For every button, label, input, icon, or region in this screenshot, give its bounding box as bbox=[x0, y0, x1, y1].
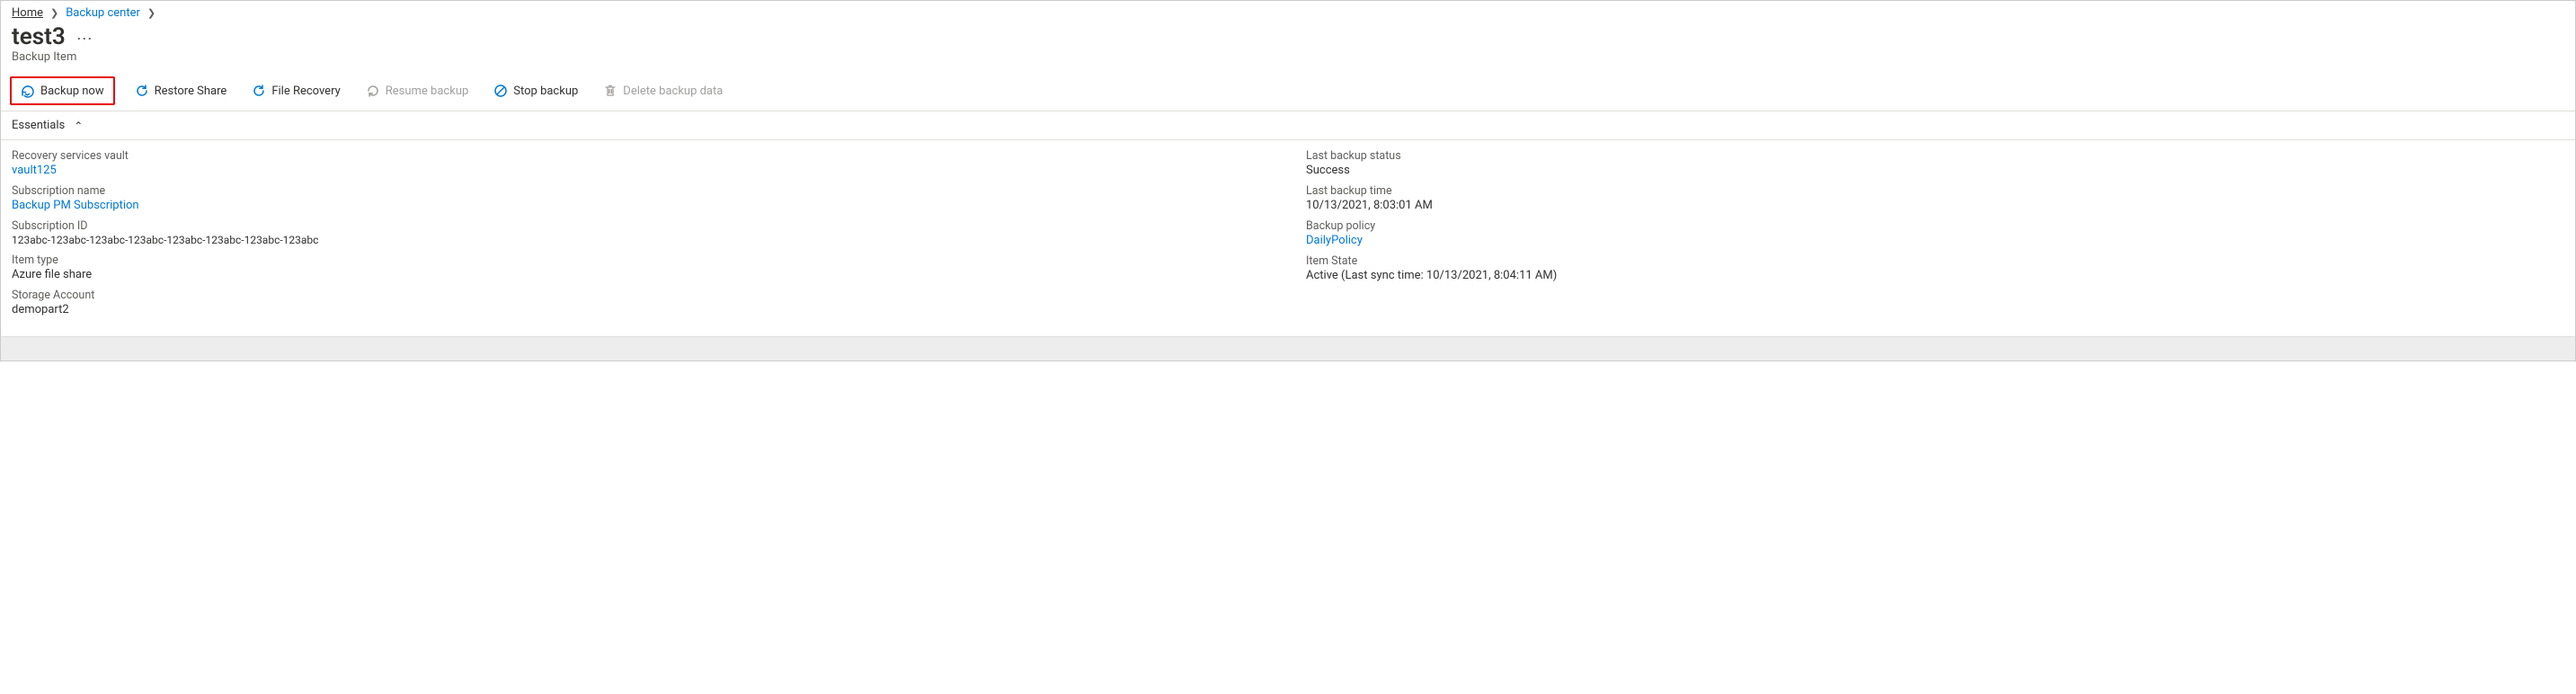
command-bar: Backup now Restore Share File Recovery R… bbox=[1, 73, 2575, 111]
item-type-label: Item type bbox=[12, 254, 1270, 267]
item-state-label: Item State bbox=[1306, 254, 2564, 268]
backup-policy-label: Backup policy bbox=[1306, 219, 2564, 233]
more-actions-button[interactable]: ⋯ bbox=[76, 24, 93, 49]
page-subtitle: Backup Item bbox=[1, 50, 2575, 73]
subscription-name-label: Subscription name bbox=[12, 184, 1270, 198]
item-state-value: Active (Last sync time: 10/13/2021, 8:04… bbox=[1306, 269, 2564, 282]
page-title: test3 bbox=[12, 23, 66, 50]
last-backup-time-label: Last backup time bbox=[1306, 184, 2564, 198]
recovery-vault-label: Recovery services vault bbox=[12, 149, 1270, 163]
stop-backup-icon bbox=[493, 84, 508, 98]
restore-share-button[interactable]: Restore Share bbox=[129, 80, 233, 102]
essentials-label: Essentials bbox=[12, 119, 65, 132]
backup-policy-value[interactable]: DailyPolicy bbox=[1306, 234, 2564, 247]
last-backup-time-value: 10/13/2021, 8:03:01 AM bbox=[1306, 199, 2564, 212]
backup-now-button[interactable]: Backup now bbox=[15, 80, 110, 102]
stop-backup-label: Stop backup bbox=[513, 85, 578, 98]
stop-backup-button[interactable]: Stop backup bbox=[488, 80, 583, 102]
chevron-right-icon: ❯ bbox=[50, 7, 58, 19]
backup-now-label: Backup now bbox=[40, 85, 104, 98]
delete-icon bbox=[603, 84, 617, 98]
subscription-name-value[interactable]: Backup PM Subscription bbox=[12, 199, 1270, 212]
last-backup-status-value: Success bbox=[1306, 164, 2564, 177]
bottom-bar bbox=[1, 336, 2575, 360]
file-recovery-icon bbox=[252, 84, 266, 98]
file-recovery-button[interactable]: File Recovery bbox=[246, 80, 345, 102]
last-backup-status-label: Last backup status bbox=[1306, 149, 2564, 163]
delete-backup-data-button: Delete backup data bbox=[598, 80, 728, 102]
essentials-toggle[interactable]: Essentials ⌃ bbox=[1, 111, 2575, 140]
breadcrumb: Home ❯ Backup center ❯ bbox=[1, 1, 2575, 22]
backup-now-icon bbox=[21, 84, 35, 98]
essentials-panel: Recovery services vault vault125 Subscri… bbox=[1, 140, 2575, 336]
subscription-id-value: 123abc-123abc-123abc-123abc-123abc-123ab… bbox=[12, 234, 1270, 246]
storage-account-label: Storage Account bbox=[12, 289, 1270, 302]
file-recovery-label: File Recovery bbox=[271, 85, 340, 98]
chevron-right-icon: ❯ bbox=[147, 7, 155, 19]
chevron-up-icon: ⌃ bbox=[74, 120, 83, 132]
resume-backup-icon bbox=[366, 84, 380, 98]
restore-share-icon bbox=[135, 84, 149, 98]
delete-backup-data-label: Delete backup data bbox=[623, 85, 723, 98]
resume-backup-label: Resume backup bbox=[386, 85, 469, 98]
restore-share-label: Restore Share bbox=[155, 85, 227, 98]
storage-account-value: demopart2 bbox=[12, 303, 1270, 316]
item-type-value: Azure file share bbox=[12, 268, 1270, 281]
recovery-vault-value[interactable]: vault125 bbox=[12, 164, 1270, 177]
breadcrumb-home[interactable]: Home bbox=[12, 6, 43, 20]
breadcrumb-backup-center[interactable]: Backup center bbox=[66, 6, 140, 20]
subscription-id-label: Subscription ID bbox=[12, 219, 1270, 233]
resume-backup-button: Resume backup bbox=[360, 80, 475, 102]
